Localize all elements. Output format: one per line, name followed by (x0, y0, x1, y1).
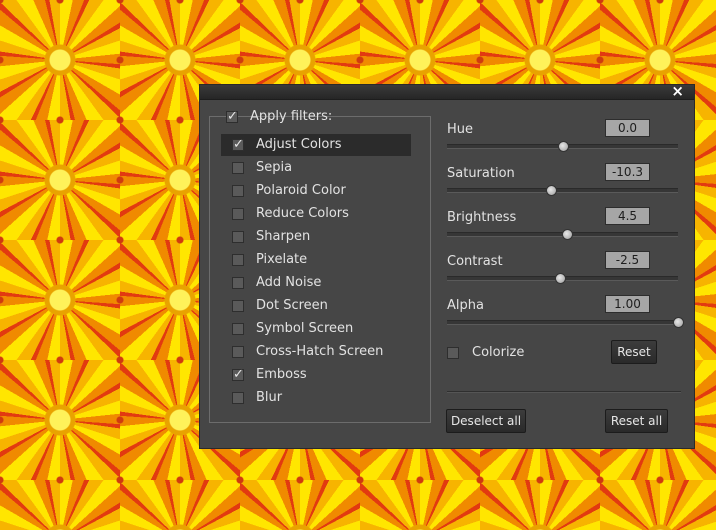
filter-label: Blur (256, 390, 283, 405)
filter-label: Emboss (256, 367, 307, 382)
filter-item[interactable]: Symbol Screen (221, 318, 411, 340)
filter-checkbox[interactable]: ✓ (232, 368, 244, 381)
dialog-titlebar[interactable]: × (200, 82, 694, 100)
slider-track[interactable] (447, 273, 678, 284)
colorize-label: Colorize (472, 345, 525, 360)
filter-label: Pixelate (256, 252, 308, 267)
adjust-colors-dialog: × ✓ Apply filters: Colorize Reset Desele… (199, 82, 695, 449)
close-icon[interactable]: × (671, 82, 684, 100)
slider-value-field[interactable]: -2.5 (605, 251, 650, 269)
slider-track[interactable] (447, 317, 684, 328)
slider-track[interactable] (447, 185, 678, 196)
filter-item[interactable]: Reduce Colors (221, 203, 411, 225)
slider-thumb[interactable] (673, 317, 684, 328)
slider-label: Brightness (447, 210, 517, 225)
apply-filters-label: Apply filters: (250, 109, 333, 124)
filter-label: Adjust Colors (256, 137, 342, 152)
filter-item[interactable]: Polaroid Color (221, 180, 411, 202)
filter-checkbox[interactable] (232, 346, 244, 358)
filter-checkbox[interactable] (232, 277, 244, 289)
filter-checkbox[interactable] (232, 254, 244, 266)
filter-item[interactable]: Blur (221, 387, 411, 409)
filter-item[interactable]: Pixelate (221, 249, 411, 271)
filter-label: Symbol Screen (256, 321, 354, 336)
colorize-checkbox[interactable] (447, 347, 459, 359)
slider-label: Contrast (447, 254, 503, 269)
filter-item[interactable]: Add Noise (221, 272, 411, 294)
filter-label: Cross-Hatch Screen (256, 344, 384, 359)
filter-checkbox[interactable] (232, 162, 244, 174)
apply-filters-checkbox[interactable]: ✓ (226, 110, 238, 123)
slider-value-field[interactable]: -10.3 (605, 163, 650, 181)
slider-label: Saturation (447, 166, 515, 181)
slider-thumb[interactable] (562, 229, 574, 240)
slider-value-field[interactable]: 1.00 (605, 295, 650, 313)
filter-checkbox[interactable] (232, 300, 244, 312)
filter-label: Add Noise (256, 275, 322, 290)
slider-label: Hue (447, 122, 474, 137)
filter-checkbox[interactable] (232, 231, 244, 243)
slider-thumb[interactable] (545, 185, 557, 196)
filter-label: Reduce Colors (256, 206, 349, 221)
filter-checkbox[interactable] (232, 185, 244, 197)
filter-checkbox[interactable]: ✓ (232, 138, 244, 151)
slider-value-field[interactable]: 0.0 (605, 119, 650, 137)
slider-label: Alpha (447, 298, 484, 313)
filter-item[interactable]: Sharpen (221, 226, 411, 248)
filter-label: Sepia (256, 160, 293, 175)
filter-label: Sharpen (256, 229, 311, 244)
filter-checkbox[interactable] (232, 392, 244, 404)
filter-item[interactable]: ✓ Emboss (221, 364, 411, 386)
filter-checkbox[interactable] (232, 323, 244, 335)
divider (447, 391, 681, 393)
filter-item[interactable]: Cross-Hatch Screen (221, 341, 411, 363)
slider-value-field[interactable]: 4.5 (605, 207, 650, 225)
filter-item[interactable]: Sepia (221, 157, 411, 179)
slider-thumb[interactable] (557, 141, 569, 152)
filter-item[interactable]: Dot Screen (221, 295, 411, 317)
reset-all-button[interactable]: Reset all (605, 409, 668, 433)
slider-track[interactable] (447, 229, 678, 240)
slider-track[interactable] (447, 141, 678, 152)
filter-label: Dot Screen (256, 298, 328, 313)
filter-label: Polaroid Color (256, 183, 346, 198)
deselect-all-button[interactable]: Deselect all (446, 409, 526, 433)
reset-button[interactable]: Reset (611, 340, 657, 364)
filter-item[interactable]: ✓ Adjust Colors (221, 134, 411, 156)
filter-checkbox[interactable] (232, 208, 244, 220)
slider-thumb[interactable] (555, 273, 567, 284)
